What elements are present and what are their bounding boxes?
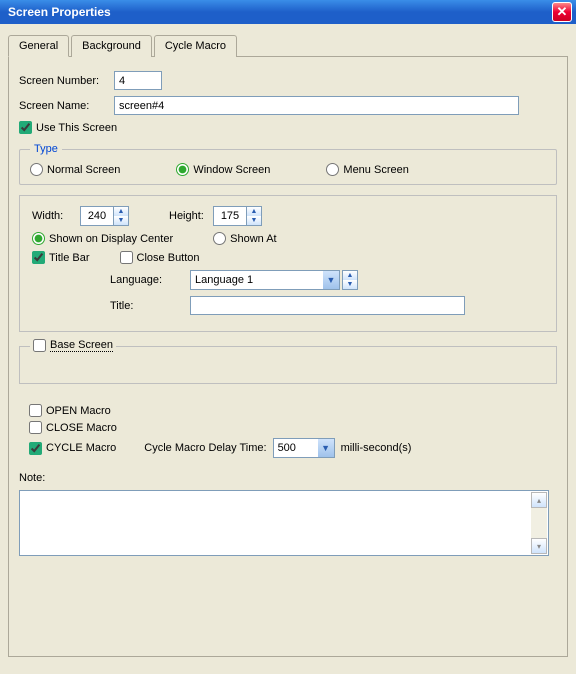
note-textarea[interactable]: ▴ ▾ xyxy=(19,490,549,556)
screen-number-label: Screen Number: xyxy=(19,75,114,87)
base-screen-group: Base Screen xyxy=(19,346,557,384)
height-input[interactable] xyxy=(214,208,246,224)
language-select[interactable]: Language 1 ▼ xyxy=(190,270,340,290)
chevron-down-icon[interactable]: ▼ xyxy=(323,271,339,289)
note-scrollbar[interactable]: ▴ ▾ xyxy=(531,492,547,554)
close-icon: ✕ xyxy=(557,4,568,20)
language-spin-down[interactable]: ▼ xyxy=(343,280,357,289)
window-close-button[interactable]: ✕ xyxy=(552,2,572,22)
language-label: Language: xyxy=(110,274,190,286)
width-spin-up[interactable]: ▲ xyxy=(114,207,128,216)
height-label: Height: xyxy=(169,210,213,222)
language-value: Language 1 xyxy=(191,274,323,286)
shown-at-label: Shown At xyxy=(230,233,276,245)
radio-shown-at[interactable]: Shown At xyxy=(213,232,276,245)
type-group: Type Normal Screen Window Screen Menu Sc… xyxy=(19,143,557,185)
title-bar: Screen Properties ✕ xyxy=(0,0,576,24)
ms-label: milli-second(s) xyxy=(341,442,412,454)
radio-menu-screen[interactable]: Menu Screen xyxy=(326,163,408,176)
title-bar-label: Title Bar xyxy=(49,252,90,264)
radio-normal-screen[interactable]: Normal Screen xyxy=(30,163,120,176)
use-this-screen-label: Use This Screen xyxy=(36,122,117,134)
base-screen-label: Base Screen xyxy=(50,339,113,352)
cycle-delay-label: Cycle Macro Delay Time: xyxy=(144,442,266,454)
shown-center-label: Shown on Display Center xyxy=(49,233,173,245)
language-spin-up[interactable]: ▲ xyxy=(343,271,357,280)
window-title: Screen Properties xyxy=(8,5,111,19)
base-screen-checkbox[interactable]: Base Screen xyxy=(33,339,113,352)
tab-panel-general: Screen Number: Screen Name: Use This Scr… xyxy=(8,57,568,657)
width-input[interactable] xyxy=(81,208,113,224)
title-label: Title: xyxy=(110,300,190,312)
close-macro-label: CLOSE Macro xyxy=(46,422,117,434)
height-spin-down[interactable]: ▼ xyxy=(247,216,261,225)
tab-background[interactable]: Background xyxy=(71,35,152,57)
close-macro-checkbox[interactable]: CLOSE Macro xyxy=(29,421,117,434)
window-settings-group: Width: ▲ ▼ Height: ▲ ▼ xyxy=(19,195,557,332)
screen-name-input[interactable] xyxy=(114,96,519,115)
height-spinner[interactable]: ▲ ▼ xyxy=(213,206,262,226)
open-macro-label: OPEN Macro xyxy=(46,405,111,417)
height-spin-up[interactable]: ▲ xyxy=(247,207,261,216)
screen-name-label: Screen Name: xyxy=(19,100,114,112)
open-macro-checkbox[interactable]: OPEN Macro xyxy=(29,404,111,417)
tab-strip: General Background Cycle Macro xyxy=(8,34,568,57)
note-label: Note: xyxy=(19,472,45,484)
title-bar-checkbox[interactable]: Title Bar xyxy=(32,251,90,264)
close-button-label: Close Button xyxy=(137,252,200,264)
window-screen-label: Window Screen xyxy=(193,164,270,176)
type-legend: Type xyxy=(30,143,62,155)
tab-general[interactable]: General xyxy=(8,35,69,57)
close-button-checkbox[interactable]: Close Button xyxy=(120,251,200,264)
width-spinner[interactable]: ▲ ▼ xyxy=(80,206,129,226)
radio-shown-center[interactable]: Shown on Display Center xyxy=(32,232,173,245)
cycle-macro-label: CYCLE Macro xyxy=(46,442,116,454)
width-label: Width: xyxy=(32,210,80,222)
title-input[interactable] xyxy=(190,296,465,315)
scroll-down-icon[interactable]: ▾ xyxy=(531,538,547,554)
menu-screen-label: Menu Screen xyxy=(343,164,408,176)
tab-cycle-macro[interactable]: Cycle Macro xyxy=(154,35,237,57)
chevron-down-icon[interactable]: ▼ xyxy=(318,439,334,457)
cycle-macro-checkbox[interactable]: CYCLE Macro xyxy=(29,442,116,455)
screen-number-input[interactable] xyxy=(114,71,162,90)
cycle-delay-select[interactable]: 500 ▼ xyxy=(273,438,335,458)
use-this-screen-checkbox[interactable]: Use This Screen xyxy=(19,121,117,134)
scroll-up-icon[interactable]: ▴ xyxy=(531,492,547,508)
cycle-delay-value: 500 xyxy=(274,442,318,454)
width-spin-down[interactable]: ▼ xyxy=(114,216,128,225)
radio-window-screen[interactable]: Window Screen xyxy=(176,163,270,176)
normal-screen-label: Normal Screen xyxy=(47,164,120,176)
